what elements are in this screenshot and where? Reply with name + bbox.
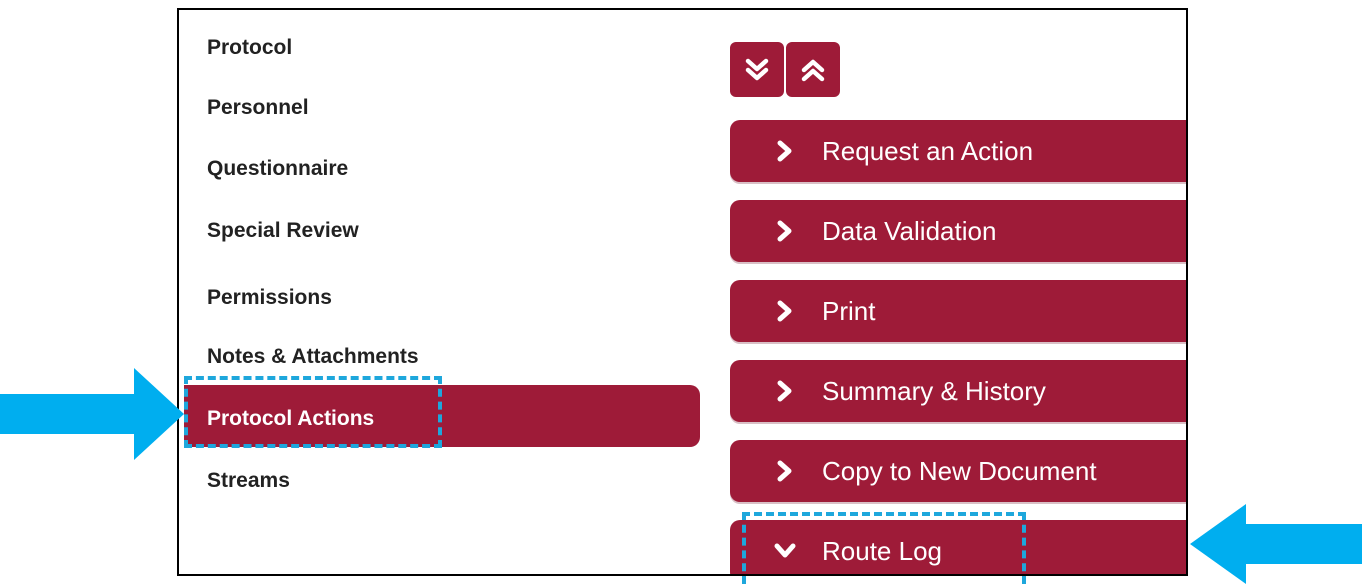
pointer-arrow-left-icon — [1190, 504, 1362, 584]
panel-route-log[interactable]: Route Log — [730, 520, 1186, 574]
nav-item-streams[interactable]: Streams — [207, 469, 290, 493]
protocol-document-frame: Protocol Personnel Questionnaire Special… — [177, 8, 1188, 576]
chevron-right-icon — [777, 380, 792, 402]
nav-item-questionnaire[interactable]: Questionnaire — [207, 157, 348, 181]
expand-all-button[interactable] — [730, 42, 784, 97]
panel-data-validation[interactable]: Data Validation — [730, 200, 1186, 262]
panel-label: Print — [822, 295, 876, 326]
nav-item-protocol[interactable]: Protocol — [207, 36, 292, 60]
panel-label: Data Validation — [822, 215, 997, 246]
chevron-right-icon — [777, 460, 792, 482]
panel-summary-history[interactable]: Summary & History — [730, 360, 1186, 422]
expand-collapse-toolbar — [730, 42, 840, 97]
double-chevron-up-icon — [801, 59, 825, 81]
chevron-right-icon — [777, 140, 792, 162]
chevron-down-icon — [774, 543, 796, 558]
panel-label: Copy to New Document — [822, 455, 1097, 486]
nav-item-personnel[interactable]: Personnel — [207, 96, 309, 120]
double-chevron-down-icon — [745, 58, 769, 80]
left-navigation: Protocol Personnel Questionnaire Special… — [179, 10, 719, 574]
panel-label: Request an Action — [822, 135, 1034, 166]
nav-item-permissions[interactable]: Permissions — [207, 286, 332, 310]
panel-copy-to-new-document[interactable]: Copy to New Document — [730, 440, 1186, 502]
nav-item-protocol-actions[interactable]: Protocol Actions — [207, 407, 374, 431]
panel-label: Route Log — [822, 535, 942, 566]
panel-print[interactable]: Print — [730, 280, 1186, 342]
chevron-right-icon — [777, 220, 792, 242]
panel-label: Summary & History — [822, 375, 1046, 406]
nav-item-special-review[interactable]: Special Review — [207, 219, 359, 243]
chevron-right-icon — [777, 300, 792, 322]
nav-item-notes-attachments[interactable]: Notes & Attachments — [207, 345, 419, 369]
pointer-arrow-right-icon — [0, 368, 184, 460]
panel-request-an-action[interactable]: Request an Action — [730, 120, 1186, 182]
collapse-all-button[interactable] — [786, 42, 840, 97]
